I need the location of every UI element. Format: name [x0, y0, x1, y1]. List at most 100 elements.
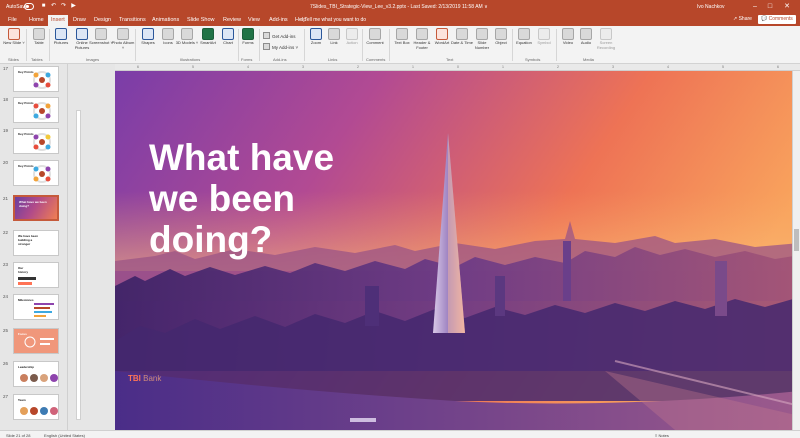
slide-thumbnail[interactable]: Focus — [13, 328, 59, 354]
slide-thumbnail[interactable]: Key Points — [13, 128, 59, 154]
online-pictures-label: Online Pictures — [74, 40, 90, 50]
save-icon[interactable]: ■ — [40, 3, 47, 10]
ruler-tick: 2 — [557, 65, 559, 69]
share-button[interactable]: ↗ Share — [733, 15, 752, 24]
thumbnail-graphic — [34, 303, 54, 317]
thumbnail-graphic — [33, 165, 51, 183]
zoom-icon — [310, 28, 322, 40]
ruler-tick: 1 — [412, 65, 414, 69]
slide-thumbnail[interactable]: Leadership — [13, 361, 59, 387]
photo-album-button[interactable]: Photo Album ˅ — [111, 28, 135, 50]
tab-home[interactable]: Home — [26, 15, 47, 26]
text-box-label: Text Box — [394, 40, 410, 45]
group-comments: Comments — [366, 57, 386, 62]
minimize-icon[interactable]: – — [750, 2, 760, 12]
screen-recording-icon — [600, 28, 612, 40]
ruler-tick: 5 — [192, 65, 194, 69]
slide-thumbnail[interactable]: Key Points — [13, 160, 59, 186]
redo-icon[interactable]: ↷ — [60, 3, 67, 10]
group-slides: Slides — [8, 57, 19, 62]
audio-icon — [580, 28, 592, 40]
symbol-button[interactable]: Symbol — [532, 28, 556, 46]
autosave-toggle[interactable] — [24, 3, 34, 10]
tab-view[interactable]: View — [245, 15, 263, 26]
object-icon — [495, 28, 507, 40]
slide-title[interactable]: What have we been doing? — [149, 137, 389, 260]
screen-recording-button[interactable]: Screen Recording — [594, 28, 618, 50]
forms-label: Forms — [242, 40, 254, 45]
tab-draw[interactable]: Draw — [70, 15, 89, 26]
slide-thumbnail[interactable]: Team — [13, 394, 59, 420]
ruler-tick: 5 — [722, 65, 724, 69]
language-status[interactable]: English (United States) — [44, 433, 85, 438]
forms-button[interactable]: Forms — [236, 28, 260, 46]
new-slide-label: New Slide ˅ — [3, 40, 25, 45]
table-button[interactable]: Table — [27, 28, 51, 46]
ruler-tick: 6 — [137, 65, 139, 69]
notes-button[interactable]: ≡ Notes — [655, 433, 669, 438]
header-footer-label: Header & Footer — [413, 40, 431, 50]
tab-add-ins[interactable]: Add-ins — [266, 15, 291, 26]
3d-models-icon — [181, 28, 193, 40]
brand-logo: TBI Bank — [128, 374, 161, 383]
slide-thumbnail[interactable]: Our history — [13, 262, 59, 288]
object-button[interactable]: Object — [489, 28, 513, 46]
slide-thumbnail[interactable]: Key Points — [13, 97, 59, 123]
undo-icon[interactable]: ↶ — [50, 3, 57, 10]
slide-thumbnail[interactable]: Milestones — [13, 294, 59, 320]
ruler-tick: 3 — [612, 65, 614, 69]
scrollbar-thumb[interactable] — [794, 229, 799, 251]
tab-design[interactable]: Design — [91, 15, 114, 26]
thumbnail-number: 21 — [3, 196, 9, 201]
slide-thumbnails-pane: 17 Key Points 18 Key Points 19 Key Point… — [0, 64, 68, 430]
smartart-label: SmartArt — [200, 40, 216, 45]
thumbnail-title: We have been building a stronger — [18, 234, 38, 246]
zoom-label: Zoom — [310, 40, 322, 45]
action-button[interactable]: Action — [340, 28, 364, 46]
slide-thumbnail[interactable]: Key Points — [13, 66, 59, 92]
shapes-label: Shapes — [141, 40, 155, 45]
status-bar: Slide 21 of 28 English (United States) ≡… — [0, 430, 800, 438]
ruler-tick: 0 — [457, 65, 459, 69]
comments-button[interactable]: 💬 Comments — [758, 15, 796, 24]
action-icon — [346, 28, 358, 40]
table-label: Table — [34, 40, 44, 45]
video-icon — [562, 28, 574, 40]
tab-transitions[interactable]: Transitions — [116, 15, 149, 26]
tell-me-search[interactable]: ○ Tell me what you want to do — [300, 17, 366, 23]
get-addins-button[interactable]: Get Add-ins — [263, 32, 296, 39]
link-label: Link — [330, 40, 338, 45]
comment-button[interactable]: Comment — [363, 28, 387, 46]
video-label: Video — [562, 40, 574, 45]
slide-thumbnail[interactable]: We have been building a stronger — [13, 230, 59, 256]
tab-animations[interactable]: Animations — [149, 15, 182, 26]
restore-icon[interactable]: □ — [765, 2, 775, 12]
new-slide-button[interactable]: New Slide ˅ — [2, 28, 26, 46]
equation-icon — [518, 28, 530, 40]
my-addins-button[interactable]: My Add-ins ˅ — [263, 43, 298, 50]
vertical-scrollbar[interactable] — [792, 71, 800, 430]
slideshow-icon[interactable]: ▶ — [70, 3, 77, 10]
tab-review[interactable]: Review — [220, 15, 244, 26]
slide-number-label: Slide Number — [474, 40, 490, 50]
group-images: Images — [86, 57, 100, 62]
screenshot-icon — [95, 28, 107, 40]
thumbnail-number: 26 — [3, 361, 9, 366]
thumbnail-number: 24 — [3, 294, 9, 299]
vertical-ruler — [76, 110, 81, 420]
comment-label: Comment — [366, 40, 384, 45]
link-icon — [328, 28, 340, 40]
group-tables: Tables — [31, 57, 43, 62]
slide-thumbnail-selected[interactable]: What have we been doing? — [13, 195, 59, 221]
thumbnail-graphic — [24, 336, 54, 348]
thumbnail-number: 20 — [3, 160, 9, 165]
user-name[interactable]: Ivo Nachkov — [697, 4, 725, 10]
tab-slide-show[interactable]: Slide Show — [184, 15, 218, 26]
close-icon[interactable]: ✕ — [782, 2, 792, 12]
tab-insert[interactable]: Insert — [48, 15, 68, 26]
title-bar: AutoSave ■ ↶ ↷ ▶ 7Slides_TBI_Strategic-V… — [0, 0, 800, 14]
slide-canvas[interactable]: What have we been doing? TBI Bank — [115, 71, 800, 430]
screenshot-button[interactable]: Screenshot ˅ — [89, 28, 113, 46]
header-footer-icon — [416, 28, 428, 40]
tab-file[interactable]: File — [5, 15, 20, 26]
